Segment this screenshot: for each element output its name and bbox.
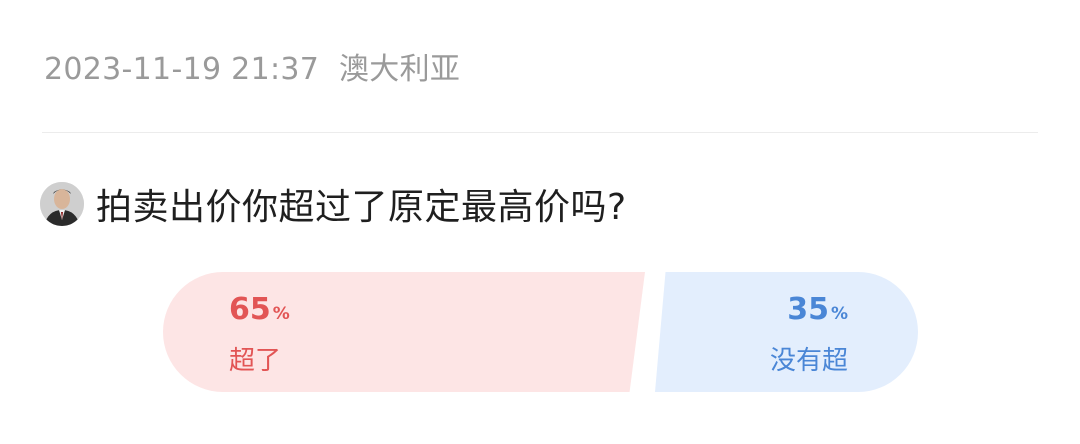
post-meta: 2023-11-19 21:37 澳大利亚: [44, 44, 460, 88]
poll-question: 拍卖出价你超过了原定最高价吗?: [40, 180, 627, 228]
percent-value: 65: [229, 292, 271, 327]
poll-option-yes[interactable]: 65% 超了: [163, 272, 645, 392]
poll-option-yes-label: 超了: [229, 346, 282, 376]
percent-unit: %: [830, 304, 848, 324]
poll-option-no[interactable]: 35% 没有超: [655, 272, 918, 392]
user-avatar-icon[interactable]: [40, 182, 84, 226]
poll-option-no-label: 没有超: [769, 346, 848, 376]
poll-option-no-percent: 35%: [787, 292, 848, 327]
percent-value: 35: [787, 292, 829, 327]
post-location: 澳大利亚: [338, 52, 461, 87]
poll-option-yes-percent: 65%: [229, 292, 290, 327]
divider: [42, 132, 1038, 133]
post-datetime: 2023-11-19 21:37: [44, 52, 320, 87]
poll: 65% 超了 35% 没有超: [163, 272, 918, 392]
percent-unit: %: [272, 304, 290, 324]
question-text: 拍卖出价你超过了原定最高价吗?: [96, 187, 627, 228]
